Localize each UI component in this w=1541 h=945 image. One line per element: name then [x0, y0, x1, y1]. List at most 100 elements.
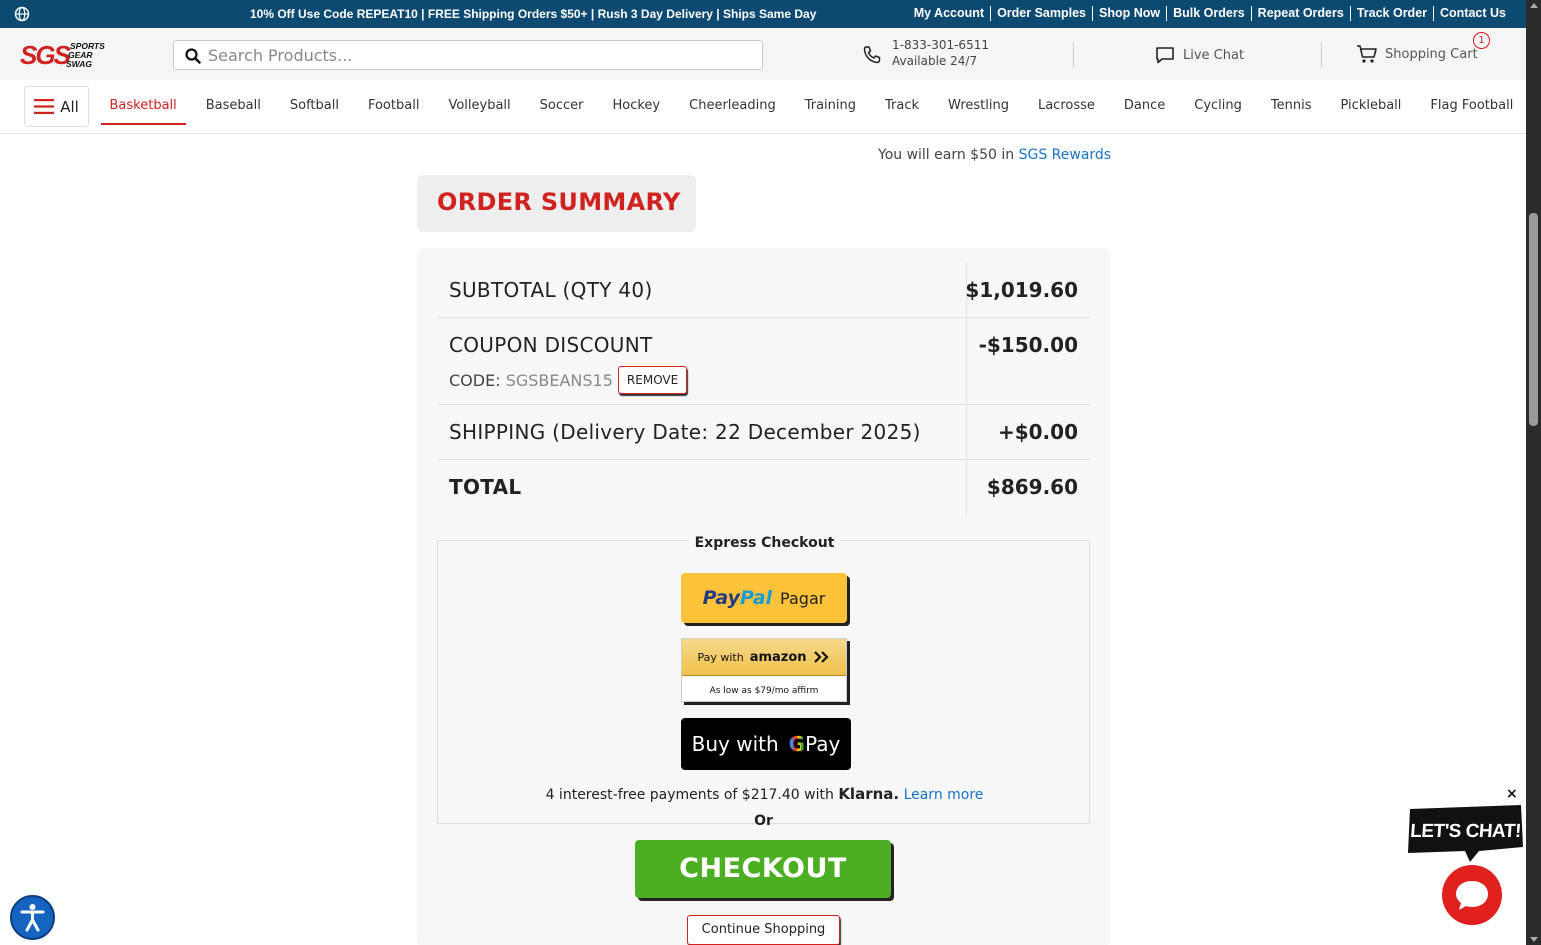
lets-chat-bubble[interactable]: LET'S CHAT!: [1407, 805, 1524, 863]
link-track-order[interactable]: Track Order: [1349, 6, 1433, 21]
gpay-label: Pay: [805, 732, 841, 756]
phone-number[interactable]: 1-833-301-6511: [892, 38, 989, 52]
globe-icon[interactable]: [14, 6, 30, 22]
paypal-logo-pal: Pal: [740, 587, 773, 609]
amazon-pay-label: Pay with amazon: [682, 639, 846, 676]
cart-label: Shopping Cart: [1385, 46, 1478, 62]
sgs-logo[interactable]: SGS SPORTS GEAR SWAG: [20, 40, 112, 70]
subtotal-row: SUBTOTAL (QTY 40) $1,019.60: [437, 263, 1090, 318]
nav-item-tennis[interactable]: Tennis: [1256, 98, 1326, 113]
all-categories-button[interactable]: All: [24, 86, 89, 127]
chat-bubble-icon: [1456, 881, 1488, 910]
nav-item-basketball[interactable]: Basketball: [95, 98, 191, 125]
search-icon[interactable]: [185, 48, 201, 64]
search-input[interactable]: [208, 44, 748, 66]
category-nav: All Basketball Baseball Softball Football Vo…: [0, 80, 1526, 134]
express-checkout-label: Express Checkout: [688, 535, 841, 551]
shipping-label: SHIPPING (Delivery Date: 22 December 202…: [449, 420, 921, 444]
chat-close-button[interactable]: ×: [1506, 786, 1518, 802]
link-order-samples[interactable]: Order Samples: [990, 6, 1092, 21]
nav-item-dance[interactable]: Dance: [1109, 98, 1179, 113]
header-divider: [1321, 42, 1322, 68]
live-chat-link[interactable]: Live Chat: [1155, 46, 1244, 64]
lets-chat-text: LET'S CHAT!: [1409, 821, 1522, 842]
scroll-up-arrow[interactable]: [1530, 3, 1538, 8]
nav-item-cycling[interactable]: Cycling: [1180, 98, 1257, 113]
site-header: SGS SPORTS GEAR SWAG 1-833-301-6511 Avai…: [0, 28, 1526, 80]
checkout-button[interactable]: CHECKOUT: [635, 840, 891, 898]
express-checkout-title: Express Checkout: [438, 532, 1091, 551]
nav-item-track[interactable]: Track: [871, 98, 934, 113]
nav-item-flag-football[interactable]: Flag Football: [1416, 98, 1528, 113]
nav-item-soccer[interactable]: Soccer: [525, 98, 598, 113]
coupon-code-prefix: CODE:: [449, 370, 501, 390]
amazon-logo: amazon: [749, 649, 807, 665]
gpay-prefix: Buy with: [691, 732, 779, 756]
affirm-text: As low as $79/mo affirm: [709, 686, 819, 696]
search-box: [173, 40, 763, 70]
order-summary-title: ORDER SUMMARY: [437, 188, 681, 216]
coupon-label: COUPON DISCOUNT: [449, 333, 653, 357]
promo-bar: 10% Off Use Code REPEAT10 | FREE Shippin…: [0, 0, 1526, 28]
link-contact-us[interactable]: Contact Us: [1433, 6, 1512, 21]
accessibility-button[interactable]: [10, 895, 55, 940]
header-divider: [1073, 42, 1074, 68]
nav-item-training[interactable]: Training: [790, 98, 870, 113]
link-repeat-orders[interactable]: Repeat Orders: [1250, 6, 1350, 21]
total-value: $869.60: [986, 475, 1078, 499]
column-divider: [966, 405, 967, 459]
phone-icon: [863, 46, 881, 64]
accessibility-icon: [20, 904, 45, 932]
klarna-message: 4 interest-free payments of $217.40 with…: [438, 785, 1091, 803]
link-my-account[interactable]: My Account: [908, 6, 990, 21]
all-label: All: [60, 97, 79, 116]
link-shop-now[interactable]: Shop Now: [1092, 6, 1166, 21]
chat-icon: [1156, 47, 1174, 64]
link-bulk-orders[interactable]: Bulk Orders: [1166, 6, 1251, 21]
continue-shopping-button[interactable]: Continue Shopping: [687, 915, 840, 945]
rewards-note: You will earn $50 in SGS Rewards: [878, 147, 1111, 163]
paypal-logo-pay: Pay: [702, 587, 740, 609]
hamburger-icon: [34, 99, 55, 114]
coupon-code-line: CODE: SGSBEANS15 REMOVE: [449, 366, 688, 394]
subtotal-label: SUBTOTAL (QTY 40): [449, 278, 653, 302]
phone-hours: Available 24/7: [892, 54, 978, 68]
shipping-value: +$0.00: [997, 420, 1078, 444]
total-row: TOTAL $869.60: [437, 460, 1090, 515]
klarna-text: 4 interest-free payments of $217.40 with: [545, 787, 834, 803]
klarna-logo: Klarna.: [838, 785, 900, 803]
top-links: My Account Order Samples Shop Now Bulk O…: [908, 6, 1512, 21]
nav-item-cheerleading[interactable]: Cheerleading: [675, 98, 791, 113]
nav-item-baseball[interactable]: Baseball: [191, 98, 275, 113]
remove-coupon-button[interactable]: REMOVE: [617, 366, 688, 394]
nav-item-pickleball[interactable]: Pickleball: [1326, 98, 1416, 113]
nav-item-football[interactable]: Football: [353, 98, 433, 113]
scrollbar[interactable]: [1526, 0, 1541, 945]
klarna-learn-more-link[interactable]: Learn more: [904, 787, 984, 803]
google-pay-button[interactable]: Buy with G Pay: [681, 718, 851, 770]
promo-text: 10% Off Use Code REPEAT10 | FREE Shippin…: [250, 7, 817, 21]
nav-item-lacrosse[interactable]: Lacrosse: [1023, 98, 1109, 113]
nav-item-softball[interactable]: Softball: [275, 98, 353, 113]
amazon-pay-button[interactable]: Pay with amazon As low as $79/mo affirm: [681, 638, 847, 702]
nav-item-wrestling[interactable]: Wrestling: [934, 98, 1024, 113]
scrollbar-thumb[interactable]: [1529, 213, 1538, 426]
nav-item-volleyball[interactable]: Volleyball: [434, 98, 525, 113]
amazon-pay-prefix: Pay with: [697, 650, 744, 664]
coupon-code: SGSBEANS15: [505, 370, 613, 390]
order-summary-header: ORDER SUMMARY: [417, 175, 696, 232]
column-divider: [966, 318, 967, 404]
nav-item-hockey[interactable]: Hockey: [598, 98, 675, 113]
shopping-cart-link[interactable]: Shopping Cart: [1356, 44, 1478, 64]
svg-text:SWAG: SWAG: [66, 59, 92, 69]
paypal-button[interactable]: PayPal Pagar: [681, 573, 847, 623]
chevrons-right-icon: [813, 651, 829, 663]
chat-launcher-button[interactable]: [1442, 865, 1502, 925]
scroll-down-arrow[interactable]: [1530, 937, 1538, 942]
or-divider: Or: [754, 813, 773, 829]
express-checkout-box: Express Checkout PayPal Pagar Pay with a…: [437, 535, 1091, 824]
live-chat-label: Live Chat: [1183, 47, 1245, 63]
column-divider: [966, 460, 967, 515]
sgs-rewards-link[interactable]: SGS Rewards: [1019, 147, 1112, 163]
cart-icon: [1357, 45, 1377, 63]
